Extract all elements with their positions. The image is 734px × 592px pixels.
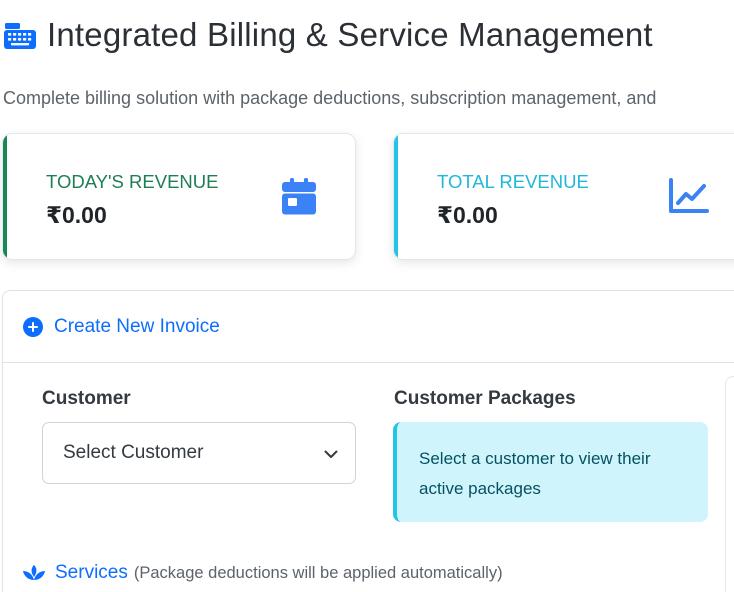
customer-packages-info-text: Select a customer to view their active p… (419, 449, 651, 498)
customer-label: Customer (42, 388, 131, 409)
side-panel-edge (725, 376, 734, 592)
services-title: Services (55, 562, 128, 583)
total-revenue-label: TOTAL REVENUE (437, 171, 589, 192)
customer-select[interactable]: Select Customer (42, 422, 356, 484)
todays-revenue-card: TODAY'S REVENUE ₹0.00 (2, 133, 356, 260)
todays-revenue-value: ₹0.00 (46, 202, 107, 228)
calendar-icon (279, 176, 319, 216)
todays-revenue-label: TODAY'S REVENUE (46, 171, 219, 192)
spa-icon (22, 563, 46, 583)
total-revenue-card: TOTAL REVENUE ₹0.00 (393, 133, 734, 260)
create-invoice-header: Create New Invoice (3, 291, 734, 363)
page-title: Integrated Billing & Service Management (47, 16, 653, 53)
customer-packages-label: Customer Packages (394, 388, 576, 409)
cash-register-icon (1, 17, 39, 53)
chevron-down-icon (323, 446, 339, 462)
customer-packages-info: Select a customer to view their active p… (393, 422, 708, 522)
total-revenue-value: ₹0.00 (437, 202, 498, 228)
page-header: Integrated Billing & Service Management (0, 12, 653, 58)
chart-line-icon (667, 176, 709, 216)
create-invoice-title: Create New Invoice (54, 315, 220, 337)
services-note: (Package deductions will be applied auto… (133, 563, 503, 582)
services-section-heading: Services (Package deductions will be app… (22, 562, 503, 584)
plus-circle-icon (23, 316, 43, 337)
customer-select-value: Select Customer (63, 442, 204, 463)
page-subtitle: Complete billing solution with package d… (3, 88, 657, 108)
